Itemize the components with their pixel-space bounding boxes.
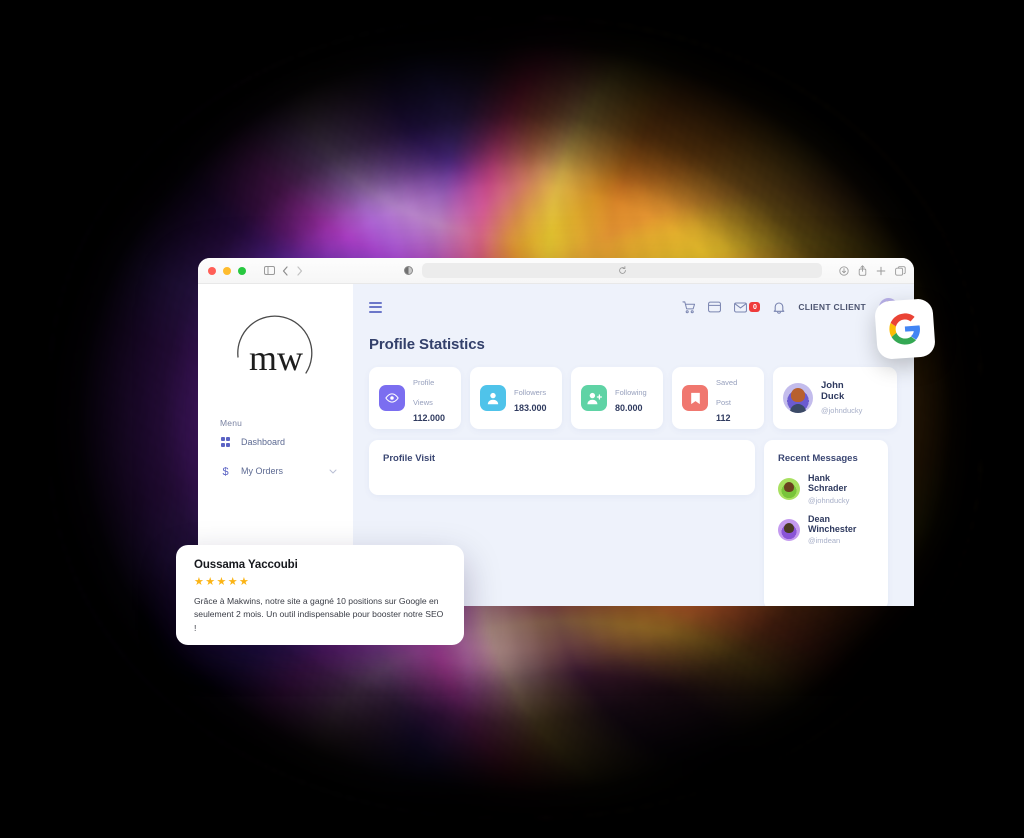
back-icon[interactable] — [282, 265, 289, 276]
sidebar-toggle-icon[interactable] — [264, 266, 275, 275]
stat-label: Followers — [514, 388, 547, 398]
google-badge[interactable] — [874, 298, 936, 360]
app-topbar: 0 CLIENT CLIENT — [369, 294, 898, 320]
stat-card-following[interactable]: Following 80.000 — [571, 367, 663, 429]
wallet-icon[interactable] — [708, 301, 722, 313]
list-item[interactable]: Hank Schrader @johnducky — [764, 464, 888, 505]
close-window-button[interactable] — [208, 266, 216, 275]
hamburger-icon[interactable] — [369, 301, 382, 313]
panel-title: Profile Visit — [383, 453, 436, 464]
message-handle: @johnducky — [808, 495, 850, 505]
client-name-label: CLIENT CLIENT — [798, 302, 866, 312]
svg-text:$: $ — [222, 466, 228, 477]
message-first-name: Hank — [808, 473, 831, 483]
eye-icon — [379, 385, 405, 411]
bell-icon[interactable] — [773, 301, 785, 314]
recent-messages-panel: Recent Messages Hank Schrader @johnducky — [764, 440, 888, 606]
chrome-right-icons — [839, 265, 906, 276]
sidebar-item-dashboard[interactable]: Dashboard — [198, 428, 353, 456]
sidebar-section-label: Menu — [220, 418, 243, 428]
stat-card-saved-post[interactable]: Saved Post 112 — [672, 367, 764, 429]
sidebar-item-label: My Orders — [241, 466, 284, 476]
avatar — [783, 383, 813, 413]
page-title: Profile Statistics — [369, 336, 485, 353]
logo-wordmark: mw — [249, 338, 303, 378]
stat-value: 112 — [716, 413, 731, 424]
stat-value: 112.000 — [413, 413, 446, 424]
testimonial-text: Grâce à Makwins, notre site a gagné 10 p… — [194, 596, 444, 633]
user-profile-card[interactable]: John Duck @johnducky — [773, 367, 897, 429]
sidebar-item-label: Dashboard — [241, 437, 286, 447]
testimonial-card: Oussama Yaccoubi ★★★★★ Grâce à Makwins, … — [176, 545, 464, 645]
browser-chrome — [198, 258, 914, 284]
message-handle: @imdean — [808, 536, 841, 546]
avatar — [778, 477, 800, 500]
new-tab-icon[interactable] — [876, 266, 886, 276]
stat-value: 80.000 — [615, 403, 643, 414]
user-last-name: Duck — [821, 391, 845, 402]
forward-icon[interactable] — [296, 265, 303, 276]
message-last-name: Schrader — [808, 483, 848, 494]
grid-icon — [220, 437, 231, 447]
list-item[interactable]: Dean Winchester @imdean — [764, 505, 888, 546]
reload-icon[interactable] — [618, 266, 627, 275]
reader-mode-icon[interactable] — [404, 266, 413, 275]
cart-icon[interactable] — [682, 300, 696, 314]
avatar — [778, 518, 800, 541]
mail-icon[interactable] — [734, 302, 748, 313]
share-icon[interactable] — [858, 265, 867, 276]
profile-visit-panel: Profile Visit — [369, 440, 755, 495]
user-icon — [480, 385, 506, 411]
user-handle: @johnducky — [821, 405, 863, 415]
tab-overview-icon[interactable] — [895, 265, 906, 276]
stat-label: Following — [615, 388, 647, 398]
mail-notification[interactable]: 0 — [734, 302, 761, 313]
user-plus-icon — [581, 385, 607, 411]
panel-title: Recent Messages — [778, 453, 858, 464]
dollar-icon: $ — [220, 465, 231, 477]
sidebar-item-my-orders[interactable]: $ My Orders — [198, 456, 353, 486]
download-icon[interactable] — [839, 265, 849, 276]
stat-card-followers[interactable]: Followers 183.000 — [470, 367, 562, 429]
minimize-window-button[interactable] — [223, 266, 231, 275]
topbar-actions: 0 CLIENT CLIENT — [682, 297, 898, 317]
mw-logo-icon: mw — [236, 315, 312, 378]
rating-stars: ★★★★★ — [194, 576, 251, 588]
brand-logo[interactable]: mw — [198, 300, 353, 408]
mail-badge-count: 0 — [749, 302, 761, 312]
stat-label: Profile Views — [413, 378, 435, 408]
stat-label: Saved Post — [716, 378, 738, 408]
bookmark-icon — [682, 385, 708, 411]
stat-value: 183.000 — [514, 403, 547, 414]
screenshot-stage: mw Menu Dashboard $ My Orders 0 CLIENT C… — [0, 0, 1024, 838]
google-g-icon — [889, 313, 920, 345]
zoom-window-button[interactable] — [238, 266, 246, 275]
message-last-name: Winchester — [808, 524, 857, 535]
stats-row: Profile Views 112.000 Followers 183.000 — [369, 367, 898, 429]
address-bar[interactable] — [422, 263, 822, 278]
stat-card-profile-views[interactable]: Profile Views 112.000 — [369, 367, 461, 429]
message-first-name: Dean — [808, 513, 831, 524]
testimonial-author: Oussama Yaccoubi — [194, 559, 298, 571]
chevron-down-icon — [329, 469, 337, 474]
